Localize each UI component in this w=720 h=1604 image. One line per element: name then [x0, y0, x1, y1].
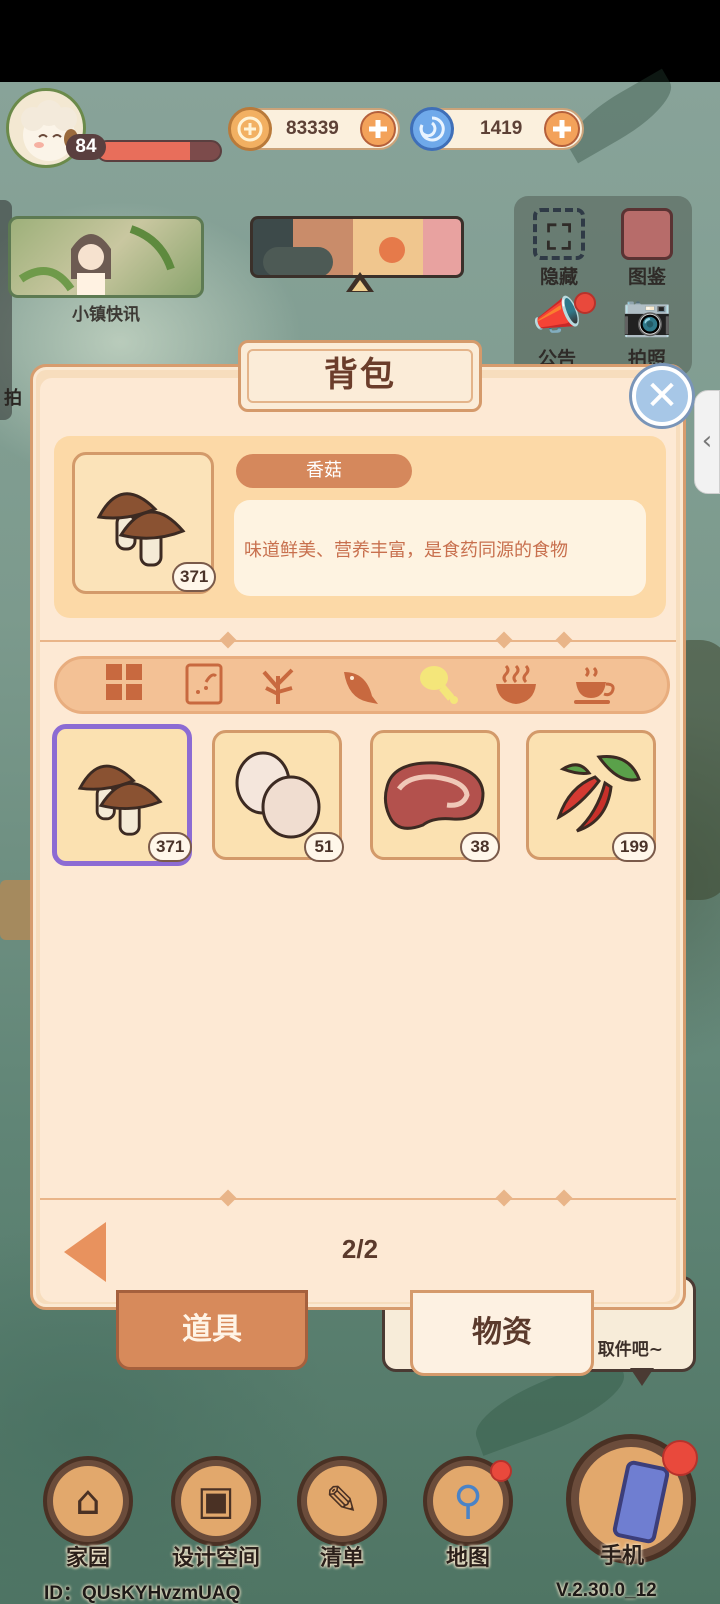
town-news-card[interactable] [8, 216, 204, 298]
phone-icon [611, 1459, 671, 1545]
gem-currency: 1419 [410, 107, 584, 151]
scroll-list-icon: ✎ [307, 1466, 377, 1536]
status-bar [0, 0, 720, 82]
nav-design-button[interactable]: ▣ 设计空间 [166, 1456, 266, 1571]
section-divider [40, 1198, 676, 1200]
chat-bubble-tail [630, 1368, 654, 1386]
item-count-steak: 38 [460, 832, 500, 862]
town-news-label: 小镇快讯 [72, 305, 140, 325]
gold-amount: 83339 [286, 118, 339, 139]
blueprint-icon: ▣ [181, 1466, 251, 1536]
item-count-mushroom: 371 [148, 832, 193, 862]
book-icon [621, 208, 673, 260]
map-alert-dot [490, 1460, 512, 1482]
section-divider [40, 640, 676, 642]
frame-corners-icon: ⛶ [533, 208, 585, 260]
selected-item-name: 香菇 [236, 454, 412, 488]
plant-sprout-icon[interactable] [254, 662, 302, 710]
experience-bar [96, 140, 222, 162]
nav-list-button[interactable]: ✎ 清单 [292, 1456, 392, 1571]
previous-page-arrow-icon[interactable] [64, 1222, 106, 1282]
nav-home-button[interactable]: ⌂ 家园 [38, 1456, 138, 1571]
gem-amount: 1419 [480, 118, 523, 139]
experience-bar-fill [98, 142, 190, 160]
backpack-title: 背包 [238, 340, 482, 412]
nav-map-label: 地图 [445, 1546, 490, 1571]
hot-bowl-icon[interactable] [492, 662, 540, 710]
day-time-strip[interactable] [250, 216, 464, 278]
tab-materials[interactable]: 物资 [410, 1290, 594, 1376]
gold-currency: 83339 [228, 107, 400, 151]
camera-icon: 📷 [622, 293, 672, 339]
photo-button[interactable]: 📷 拍照 [612, 290, 682, 371]
catalog-button[interactable]: 图鉴 [612, 208, 682, 289]
house-icon: ⌂ [53, 1466, 123, 1536]
item-count-chili-peppers: 199 [612, 832, 657, 862]
nav-home-label: 家园 [65, 1546, 110, 1571]
player-level-badge: 84 [66, 134, 106, 160]
game-version: V.2.30.0_12 [556, 1580, 657, 1601]
time-pointer-inner [352, 280, 368, 291]
tea-cup-icon[interactable] [570, 662, 618, 710]
right-drawer-handle[interactable]: ‹ [694, 390, 720, 494]
news-illustration-icon [18, 225, 175, 295]
left-edge-label: 拍 [4, 388, 22, 409]
item-count-eggs: 51 [304, 832, 344, 862]
hide-ui-button[interactable]: ⛶ 隐藏 [524, 208, 594, 289]
phone-alert-dot [662, 1440, 698, 1476]
hide-ui-label: 隐藏 [539, 266, 578, 288]
player-id: ID：QUsKYHvzmUAQ [44, 1583, 241, 1604]
notice-alert-dot [574, 292, 596, 314]
close-icon: ✕ [645, 373, 679, 419]
nav-phone-label: 手机 [600, 1544, 645, 1569]
item-description: 味道鲜美、营养丰富，是食药同源的食物 [244, 540, 568, 561]
fish-icon[interactable] [334, 662, 382, 710]
catalog-label: 图鉴 [627, 266, 666, 288]
close-button[interactable]: ✕ [632, 366, 692, 426]
seed-pack-icon[interactable] [180, 662, 228, 710]
nav-list-label: 清单 [319, 1546, 364, 1571]
add-gems-button[interactable] [544, 111, 580, 147]
swirl-gem-icon [410, 107, 454, 151]
selected-item-count: 371 [172, 562, 217, 592]
tab-props[interactable]: 道具 [116, 1290, 308, 1370]
coin-icon [228, 107, 272, 151]
nav-design-label: 设计空间 [171, 1546, 260, 1571]
chat-text: 取件吧~ [597, 1340, 663, 1360]
page-indicator: 2/2 [341, 1234, 379, 1264]
drumstick-icon[interactable] [414, 662, 462, 710]
all-grid-icon[interactable] [100, 662, 148, 710]
add-gold-button[interactable] [360, 111, 396, 147]
sun-icon [379, 237, 405, 263]
